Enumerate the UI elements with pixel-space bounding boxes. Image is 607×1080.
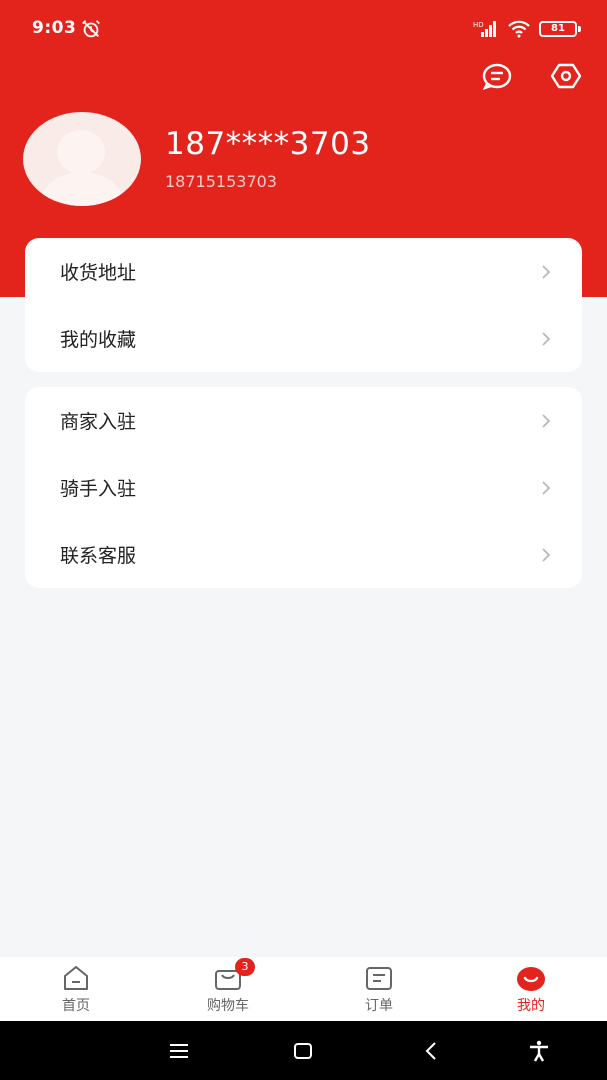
nav-label-profile: 我的 xyxy=(517,998,545,1014)
menu-card-services: 商家入驻 骑手入驻 联系客服 xyxy=(25,387,582,588)
chevron-right-icon xyxy=(542,548,551,562)
back-icon[interactable] xyxy=(420,1039,444,1063)
menu-item-rider-join[interactable]: 骑手入驻 xyxy=(25,454,582,521)
nav-tab-orders[interactable]: 订单 xyxy=(329,957,429,1021)
wifi-icon xyxy=(508,20,530,38)
signal-hd-label: HD xyxy=(473,21,484,29)
signal-icon: HD xyxy=(473,21,496,37)
nav-tab-cart[interactable]: 3 购物车 xyxy=(178,957,278,1021)
nav-label-home: 首页 xyxy=(62,998,90,1014)
menu-item-label: 我的收藏 xyxy=(60,329,137,351)
avatar[interactable] xyxy=(23,112,141,206)
avatar-shoulders xyxy=(41,172,123,206)
home-icon xyxy=(64,966,88,990)
chevron-right-icon xyxy=(542,414,551,428)
chevron-right-icon xyxy=(542,265,551,279)
cart-badge: 3 xyxy=(235,958,255,976)
chevron-right-icon xyxy=(542,481,551,495)
profile-phone: 18715153703 xyxy=(165,172,277,191)
profile-icon xyxy=(517,967,545,991)
avatar-head xyxy=(57,130,105,174)
nav-label-cart: 购物车 xyxy=(207,998,249,1014)
menu-item-label: 骑手入驻 xyxy=(60,478,137,500)
menu-item-label: 收货地址 xyxy=(60,262,137,284)
message-icon[interactable] xyxy=(481,60,513,92)
nav-label-orders: 订单 xyxy=(365,998,393,1014)
bottom-nav: 首页 3 购物车 订单 我的 xyxy=(0,957,607,1021)
menu-card-account: 收货地址 我的收藏 xyxy=(25,238,582,372)
status-bar: 9:03 HD 81 xyxy=(0,0,607,60)
home-square-icon[interactable] xyxy=(291,1039,315,1063)
menu-item-label: 商家入驻 xyxy=(60,411,137,433)
menu-item-customer-service[interactable]: 联系客服 xyxy=(25,521,582,588)
menu-icon[interactable] xyxy=(167,1039,191,1063)
menu-item-address[interactable]: 收货地址 xyxy=(25,238,582,305)
settings-hex-icon[interactable] xyxy=(550,60,582,92)
orders-icon xyxy=(366,967,392,990)
battery-icon: 81 xyxy=(539,21,581,37)
nav-tab-profile[interactable]: 我的 xyxy=(481,957,581,1021)
status-indicators: HD 81 xyxy=(473,18,581,40)
accessibility-icon[interactable] xyxy=(527,1039,551,1063)
nav-tab-home[interactable]: 首页 xyxy=(26,957,126,1021)
system-nav-bar xyxy=(0,1021,607,1080)
menu-item-label: 联系客服 xyxy=(60,545,137,567)
menu-item-merchant-join[interactable]: 商家入驻 xyxy=(25,387,582,454)
alarm-off-icon xyxy=(82,20,100,38)
profile-masked-phone: 187****3703 xyxy=(165,126,371,162)
chevron-right-icon xyxy=(542,332,551,346)
status-time: 9:03 xyxy=(32,18,77,38)
menu-item-favorites[interactable]: 我的收藏 xyxy=(25,305,582,372)
